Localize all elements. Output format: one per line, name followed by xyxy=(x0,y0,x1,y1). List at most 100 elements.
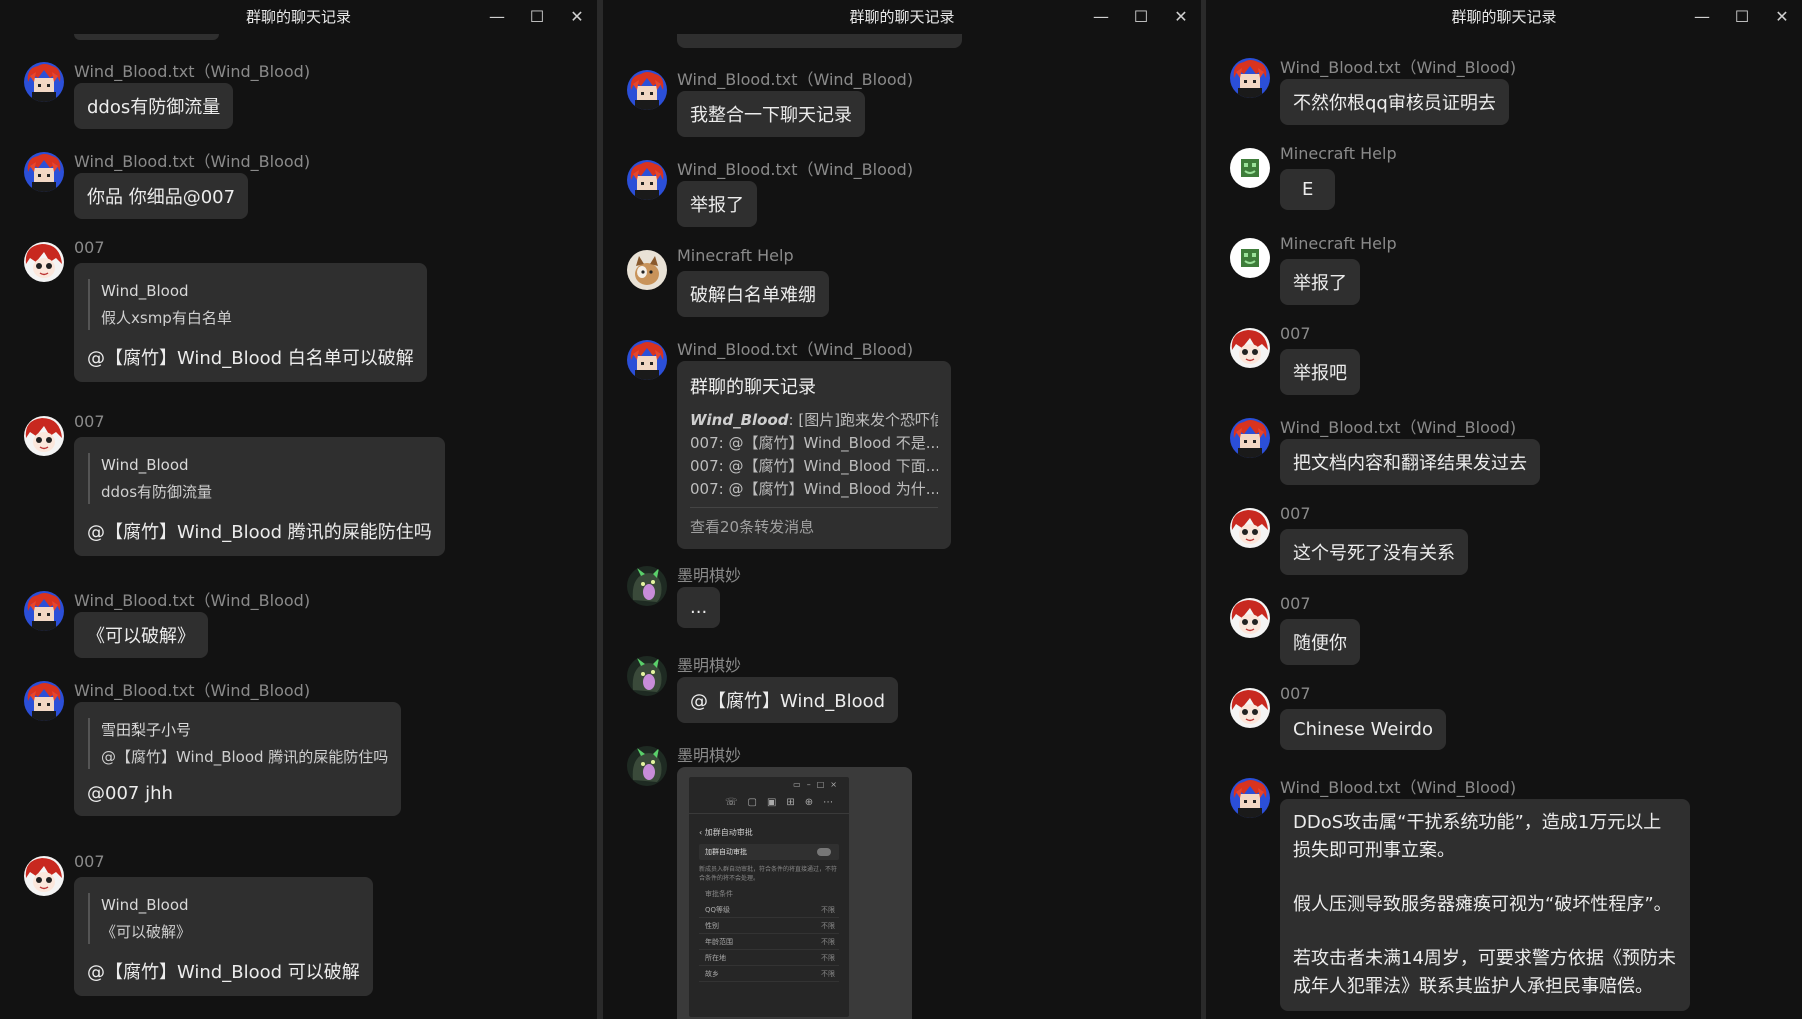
sender-name: Wind_Blood.txt（Wind_Blood) xyxy=(74,681,311,700)
forward-preview-line: 007: @【腐竹】Wind_Blood 为什... xyxy=(690,480,938,498)
red-hair-avatar-icon[interactable] xyxy=(24,62,64,102)
anime-girl-avatar-icon[interactable] xyxy=(24,856,64,896)
embedded-divider xyxy=(689,813,849,814)
quote-text: @【腐竹】Wind_Blood 腾讯的屎能防住吗 xyxy=(101,748,389,766)
quoted-message[interactable]: Wind_Blood ddos有防御流量 xyxy=(88,453,432,504)
embedded-row: 性别 不限 xyxy=(699,917,839,934)
anime-girl-avatar-icon[interactable] xyxy=(24,242,64,282)
forward-preview-line: Wind_Blood: [图片]跑来发个恐吓信 xyxy=(690,409,938,432)
quote-text: ddos有防御流量 xyxy=(101,483,213,501)
message-bubble[interactable]: ... xyxy=(677,587,721,628)
cat-avatar-icon[interactable] xyxy=(627,250,667,290)
reply-bubble[interactable]: 雪田梨子小号 @【腐竹】Wind_Blood 腾讯的屎能防住吗 @007 jhh xyxy=(74,702,402,816)
sender-name: 007 xyxy=(1280,324,1311,343)
red-hair-avatar-icon[interactable] xyxy=(1230,418,1270,458)
sender-name: Wind_Blood.txt（Wind_Blood) xyxy=(1280,418,1517,437)
embedded-back-text: 加群自动审批 xyxy=(704,828,753,837)
embedded-row-label: 故乡 xyxy=(705,970,719,978)
message-bubble[interactable]: 随便你 xyxy=(1280,619,1360,665)
message-bubble[interactable]: 举报了 xyxy=(677,181,757,227)
forwarded-chat-card[interactable]: 群聊的聊天记录 Wind_Blood: [图片]跑来发个恐吓信 007: @【腐… xyxy=(677,361,951,549)
dark-creature-avatar-icon[interactable] xyxy=(627,656,667,696)
embedded-toolbar-icons: ☏▢▣⊞⊕⋯ xyxy=(725,797,844,808)
screenshot-image[interactable]: ▭–□× ☏▢▣⊞⊕⋯ ‹ 加群自动审批 加群自动审批 新成员入群自动审批，符合… xyxy=(677,767,912,1019)
quoted-message[interactable]: Wind_Blood 《可以破解》 xyxy=(88,893,360,944)
maximize-button[interactable]: ☐ xyxy=(1121,0,1161,34)
embedded-row-label: 所在地 xyxy=(705,954,726,962)
anime-girl-avatar-icon[interactable] xyxy=(1230,328,1270,368)
sender-name: 007 xyxy=(74,238,105,257)
red-hair-avatar-icon[interactable] xyxy=(627,340,667,380)
sender-name: Wind_Blood.txt（Wind_Blood) xyxy=(1280,778,1517,797)
minecraft-creeper-avatar-icon[interactable] xyxy=(1230,148,1270,188)
maximize-button[interactable]: ☐ xyxy=(1722,0,1762,34)
message-bubble[interactable]: 举报了 xyxy=(1280,259,1360,305)
sender-name: 007 xyxy=(1280,594,1311,613)
message-bubble[interactable]: 你品 你细品@007 xyxy=(74,173,249,219)
embedded-row: 所在地 不限 xyxy=(699,949,839,966)
close-button[interactable]: ✕ xyxy=(1762,0,1802,34)
message-bubble[interactable]: E xyxy=(1280,169,1336,210)
maximize-button[interactable]: ☐ xyxy=(517,0,557,34)
red-hair-avatar-icon[interactable] xyxy=(24,681,64,721)
close-button[interactable]: ✕ xyxy=(1161,0,1201,34)
message-paragraph: 假人压测导致服务器瘫痪可视为“破坏性程序”。 xyxy=(1293,894,1672,915)
message-bubble[interactable]: Chinese Weirdo xyxy=(1280,709,1446,750)
anime-girl-avatar-icon[interactable] xyxy=(1230,508,1270,548)
anime-girl-avatar-icon[interactable] xyxy=(1230,688,1270,728)
embedded-settings-screenshot: ▭–□× ☏▢▣⊞⊕⋯ ‹ 加群自动审批 加群自动审批 新成员入群自动审批，符合… xyxy=(689,777,849,1017)
red-hair-avatar-icon[interactable] xyxy=(24,591,64,631)
quoted-message[interactable]: 雪田梨子小号 @【腐竹】Wind_Blood 腾讯的屎能防住吗 xyxy=(88,718,388,769)
sender-name: Wind_Blood.txt（Wind_Blood) xyxy=(74,591,311,610)
reply-text: @【腐竹】Wind_Blood 白名单可以破解 xyxy=(87,348,414,369)
message-paragraph: 若攻击者未满14周岁，可要求警方依据《预防未成年人犯罪法》联系其监护人承担民事赔… xyxy=(1293,948,1676,997)
red-hair-avatar-icon[interactable] xyxy=(1230,58,1270,98)
red-hair-avatar-icon[interactable] xyxy=(627,160,667,200)
message-paragraph: DDoS攻击属“干扰系统功能”，造成1万元以上损失即可刑事立案。 xyxy=(1293,812,1662,861)
embedded-row-value: 不限 xyxy=(821,906,835,914)
embedded-toggle-switch xyxy=(817,848,831,856)
title-bar[interactable]: 群聊的聊天记录 — ☐ ✕ xyxy=(0,0,597,34)
message-bubble[interactable]: 破解白名单难绷 xyxy=(677,271,829,317)
embedded-row-label: 性别 xyxy=(705,922,719,930)
minecraft-creeper-avatar-icon[interactable] xyxy=(1230,238,1270,278)
sender-name: Wind_Blood.txt（Wind_Blood) xyxy=(74,62,311,81)
reply-bubble[interactable]: Wind_Blood 《可以破解》 @【腐竹】Wind_Blood 可以破解 xyxy=(74,877,373,996)
dark-creature-avatar-icon[interactable] xyxy=(627,746,667,786)
anime-girl-avatar-icon[interactable] xyxy=(24,416,64,456)
forward-preview-line: 007: @【腐竹】Wind_Blood 下面... xyxy=(690,457,938,475)
title-bar[interactable]: 群聊的聊天记录 — ☐ ✕ xyxy=(1206,0,1802,34)
red-hair-avatar-icon[interactable] xyxy=(1230,778,1270,818)
message-bubble[interactable]: 《可以破解》 xyxy=(74,612,208,658)
embedded-toggle-row: 加群自动审批 xyxy=(699,844,839,860)
sender-name: Minecraft Help xyxy=(677,246,794,265)
sender-name: Wind_Blood.txt（Wind_Blood) xyxy=(74,152,311,171)
red-hair-avatar-icon[interactable] xyxy=(627,70,667,110)
quote-author: Wind_Blood xyxy=(101,282,189,300)
reply-bubble[interactable]: Wind_Blood 假人xsmp有白名单 @【腐竹】Wind_Blood 白名… xyxy=(74,263,427,382)
long-message-bubble[interactable]: DDoS攻击属“干扰系统功能”，造成1万元以上损失即可刑事立案。 假人压测导致服… xyxy=(1280,799,1690,1011)
message-bubble[interactable]: 我整合一下聊天记录 xyxy=(677,91,865,137)
minimize-button[interactable]: — xyxy=(477,0,517,34)
message-bubble[interactable]: 举报吧 xyxy=(1280,349,1360,395)
sender-name: Wind_Blood.txt（Wind_Blood) xyxy=(1280,58,1517,77)
view-forwarded-messages-link[interactable]: 查看20条转发消息 xyxy=(690,507,938,537)
message-bubble[interactable]: @【腐竹】Wind_Blood xyxy=(677,677,899,723)
dark-creature-avatar-icon[interactable] xyxy=(627,566,667,606)
minimize-button[interactable]: — xyxy=(1081,0,1121,34)
reply-bubble[interactable]: Wind_Blood ddos有防御流量 @【腐竹】Wind_Blood 腾讯的… xyxy=(74,437,445,556)
title-bar[interactable]: 群聊的聊天记录 — ☐ ✕ xyxy=(603,0,1201,34)
minimize-button[interactable]: — xyxy=(1682,0,1722,34)
message-bubble[interactable]: 把文档内容和翻译结果发过去 xyxy=(1280,439,1540,485)
message-bubble[interactable]: 不然你根qq审核员证明去 xyxy=(1280,79,1509,125)
quoted-message[interactable]: Wind_Blood 假人xsmp有白名单 xyxy=(88,279,414,330)
red-hair-avatar-icon[interactable] xyxy=(24,152,64,192)
message-bubble[interactable]: ddos有防御流量 xyxy=(74,83,234,129)
chat-record-window-2: 群聊的聊天记录 — ☐ ✕ Wind_Blood.txt（Wind_Blood)… xyxy=(603,0,1201,1019)
embedded-row-label: 年龄范围 xyxy=(705,938,733,946)
reply-text: @【腐竹】Wind_Blood 可以破解 xyxy=(87,962,360,983)
anime-girl-avatar-icon[interactable] xyxy=(1230,598,1270,638)
close-button[interactable]: ✕ xyxy=(557,0,597,34)
partial-bubble xyxy=(74,34,219,40)
message-bubble[interactable]: 这个号死了没有关系 xyxy=(1280,529,1468,575)
